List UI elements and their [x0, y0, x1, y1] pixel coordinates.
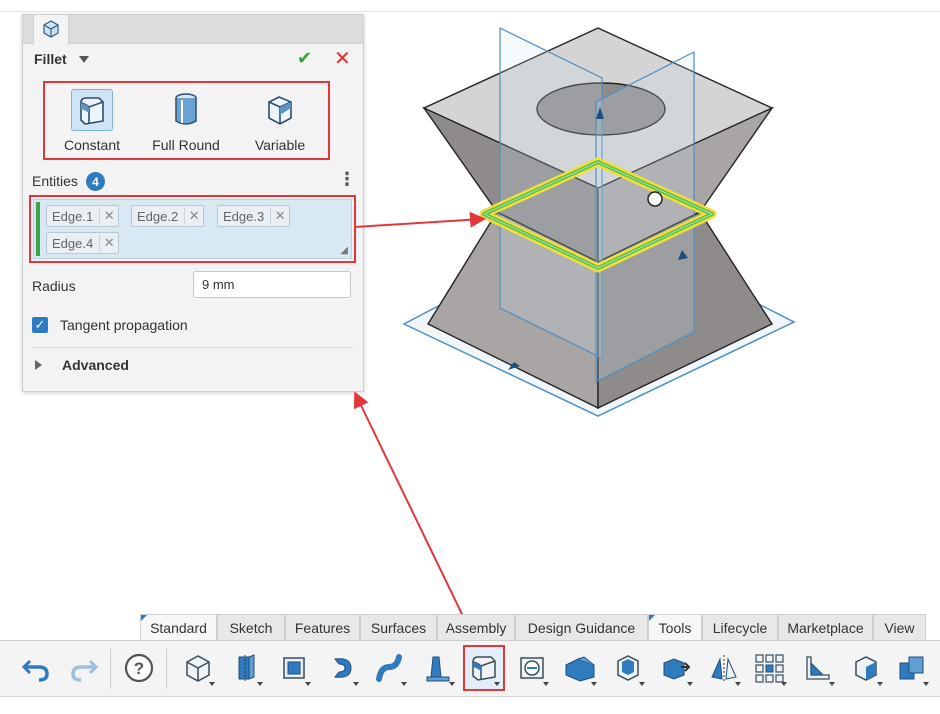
advanced-section-toggle[interactable]: Advanced: [62, 357, 129, 373]
tab-standard[interactable]: Standard: [140, 614, 217, 640]
boolean-icon[interactable]: [892, 647, 932, 689]
fillet-feature-icon: [41, 18, 61, 43]
constant-fillet-icon: [71, 89, 113, 131]
tab-design-guidance[interactable]: Design Guidance: [515, 614, 648, 640]
variable-label: Variable: [254, 137, 306, 153]
help-icon[interactable]: ?: [119, 647, 159, 689]
mirror-icon[interactable]: [704, 647, 744, 689]
wrap-icon[interactable]: [846, 647, 886, 689]
fillet-icon[interactable]: [463, 645, 505, 691]
entities-label: Entities: [32, 173, 78, 189]
face-blend-icon[interactable]: [608, 647, 648, 689]
remove-edge-icon[interactable]: ✕: [99, 234, 118, 252]
revolve-icon[interactable]: [322, 647, 362, 689]
model-viewport[interactable]: [400, 22, 800, 422]
tangent-propagation-label: Tangent propagation: [60, 317, 188, 333]
entities-field[interactable]: Edge.1 ✕ Edge.2 ✕ Edge.3 ✕ Edge.4 ✕ ◢: [33, 199, 352, 259]
section-divider: [32, 347, 354, 348]
toolbar-separator: [110, 649, 111, 689]
tab-features[interactable]: Features: [285, 614, 360, 640]
full-round-label: Full Round: [152, 137, 220, 153]
new-part-icon[interactable]: [178, 647, 218, 689]
confirm-check-icon[interactable]: ✔: [297, 48, 312, 69]
tab-view[interactable]: View: [873, 614, 926, 640]
edge-chip-label: Edge.4: [52, 235, 94, 251]
annotation-arrow-to-dialog: [354, 391, 476, 642]
edge-chip[interactable]: Edge.3 ✕: [217, 205, 291, 227]
remove-edge-icon[interactable]: ✕: [184, 207, 203, 225]
fillet-type-variable[interactable]: Variable: [236, 87, 324, 155]
radius-label: Radius: [32, 278, 76, 294]
edge-handle[interactable]: [647, 191, 663, 207]
entities-selection-highlight: Edge.1 ✕ Edge.2 ✕ Edge.3 ✕ Edge.4 ✕ ◢: [29, 195, 356, 263]
extrude-icon[interactable]: [226, 647, 266, 689]
title-dropdown-icon[interactable]: [79, 56, 89, 63]
chamfer-icon[interactable]: [560, 647, 600, 689]
rib-icon[interactable]: [798, 647, 838, 689]
radius-input[interactable]: [193, 271, 351, 298]
fillet-tab[interactable]: [33, 14, 69, 45]
sweep-icon[interactable]: [370, 647, 410, 689]
tab-lifecycle[interactable]: Lifecycle: [702, 614, 778, 640]
edge-chip-label: Edge.1: [52, 208, 94, 224]
tab-tools[interactable]: Tools: [648, 614, 702, 640]
hole-icon[interactable]: [512, 647, 552, 689]
edge-chip[interactable]: Edge.1 ✕: [46, 205, 120, 227]
remove-edge-icon[interactable]: ✕: [99, 207, 118, 225]
side-plane-right[interactable]: [595, 51, 695, 383]
move-face-icon[interactable]: [656, 647, 696, 689]
tangent-propagation-checkbox[interactable]: ✓: [32, 317, 48, 333]
command-toolbar: ?: [0, 640, 940, 697]
fillet-type-group: Constant Full Round Variable: [43, 81, 330, 160]
pattern-icon[interactable]: [750, 647, 790, 689]
shell-icon[interactable]: [274, 647, 314, 689]
constant-label: Constant: [63, 137, 121, 153]
edge-chip[interactable]: Edge.2 ✕: [131, 205, 205, 227]
side-plane-left[interactable]: [499, 27, 603, 359]
more-options-icon[interactable]: ⋮: [338, 169, 356, 189]
dialog-tabstrip: [23, 15, 363, 44]
draft-icon[interactable]: [418, 647, 458, 689]
undo-icon[interactable]: [16, 647, 56, 689]
svg-text:?: ?: [134, 659, 144, 678]
advanced-expand-icon[interactable]: [35, 360, 42, 370]
dialog-header: Fillet ✔ ✕: [23, 44, 363, 74]
edge-chip[interactable]: Edge.4 ✕: [46, 232, 120, 254]
dialog-title: Fillet: [34, 51, 67, 67]
tab-assembly[interactable]: Assembly: [437, 614, 515, 640]
remove-edge-icon[interactable]: ✕: [270, 207, 289, 225]
redo-icon[interactable]: [64, 647, 104, 689]
fillet-dialog: Fillet ✔ ✕ Constant Full Round Variable …: [22, 14, 364, 392]
tab-sketch[interactable]: Sketch: [217, 614, 285, 640]
fillet-type-constant[interactable]: Constant: [48, 87, 136, 155]
variable-fillet-icon: [259, 89, 301, 131]
tab-marketplace[interactable]: Marketplace: [778, 614, 873, 640]
active-field-indicator: [36, 202, 40, 256]
toolbar-tabs: Standard Sketch Features Surfaces Assemb…: [140, 614, 926, 640]
entities-count-badge: 4: [86, 172, 105, 191]
edge-chip-label: Edge.2: [137, 208, 179, 224]
toolbar-separator: [166, 649, 167, 689]
cancel-x-icon[interactable]: ✕: [334, 46, 351, 71]
full-round-fillet-icon: [165, 89, 207, 131]
edge-chip-label: Edge.3: [223, 208, 265, 224]
fillet-type-full-round[interactable]: Full Round: [142, 87, 230, 155]
top-divider: [0, 11, 940, 12]
tab-surfaces[interactable]: Surfaces: [360, 614, 437, 640]
resize-handle-icon[interactable]: ◢: [340, 245, 348, 256]
